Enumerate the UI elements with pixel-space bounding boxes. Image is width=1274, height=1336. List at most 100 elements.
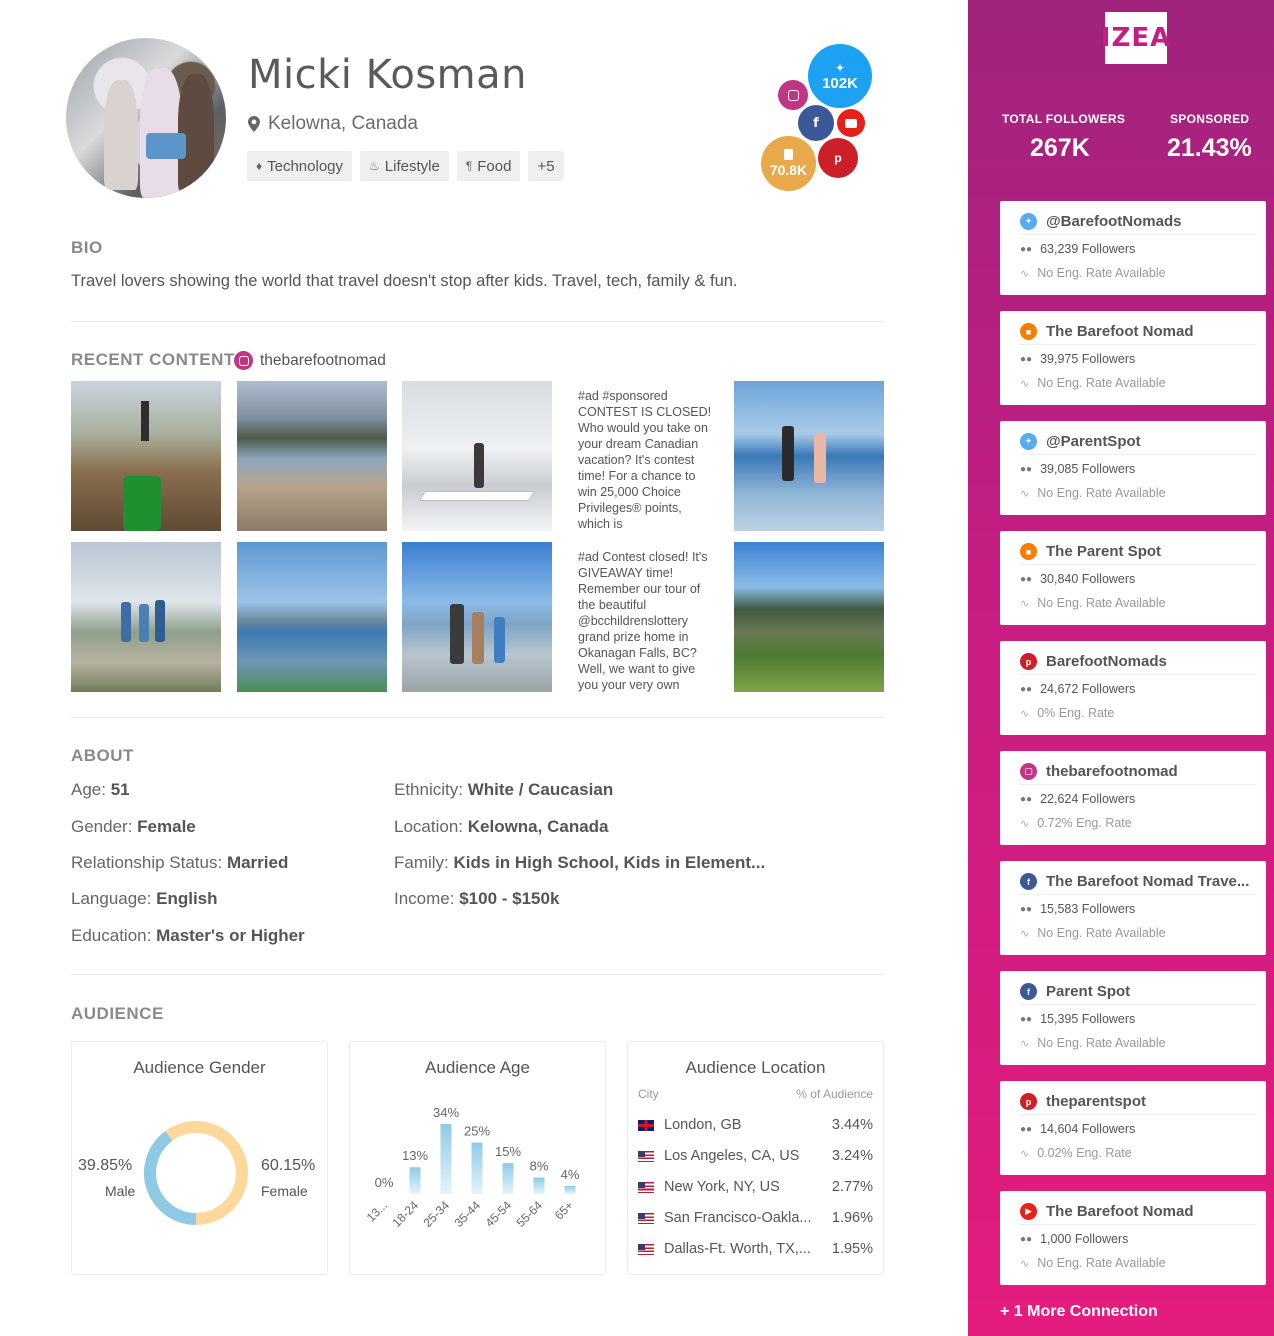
twitter-icon: ✦ — [834, 60, 846, 75]
account-card[interactable]: ■ The Parent Spot ●● 30,840 Followers ∿ No En… — [1000, 531, 1266, 625]
twitter-bubble[interactable]: ✦ 102K — [808, 44, 872, 108]
people-icon: ●● — [1020, 1013, 1033, 1025]
tag-technology[interactable]: ♦ Technology — [247, 151, 353, 181]
followers-row: ●● 14,604 Followers — [1020, 1122, 1135, 1136]
instagram-bubble[interactable] — [778, 80, 808, 110]
account-name: The Barefoot Nomad — [1046, 323, 1194, 340]
location-row: London, GB 3.44% — [638, 1114, 873, 1136]
text-post[interactable]: #ad Contest closed! It's GIVEAWAY time! … — [572, 542, 722, 692]
bio-heading: BIO — [71, 238, 103, 257]
female-pct: 60.15% — [261, 1157, 316, 1174]
age-value-label: 13% — [402, 1148, 428, 1163]
account-card[interactable]: f The Barefoot Nomad Trave... ●● 15,583 Fol… — [1000, 861, 1266, 955]
account-followers: 24,672 Followers — [1040, 682, 1136, 696]
recent-content-handle[interactable]: thebarefootnomad — [234, 351, 386, 370]
account-card[interactable]: ✦ @BarefootNomads ●● 63,239 Followers ∿ No En… — [1000, 201, 1266, 295]
account-card[interactable]: f Parent Spot ●● 15,395 Followers ∿ No Eng. R… — [1000, 971, 1266, 1065]
tag-food[interactable]: ¶ Food — [456, 151, 521, 181]
account-name: The Parent Spot — [1046, 543, 1162, 560]
followers-row: ●● 1,000 Followers — [1020, 1232, 1128, 1246]
location-row: San Francisco-Oakla... 1.96% — [638, 1207, 873, 1229]
age-category-label: 55-64 — [514, 1198, 546, 1230]
account-followers: 39,085 Followers — [1040, 462, 1136, 476]
about-age: Age: 51 — [71, 780, 130, 799]
age-bar — [502, 1163, 514, 1194]
pinterest-bubble[interactable]: p — [818, 138, 858, 178]
instagram-icon: ▢ — [1020, 763, 1037, 780]
divider — [71, 717, 884, 718]
account-card[interactable]: ▢ thebarefootnomad ●● 22,624 Followers ∿ 0.72… — [1000, 751, 1266, 845]
account-card[interactable]: ✦ @ParentSpot ●● 39,085 Followers ∿ No Eng. R… — [1000, 421, 1266, 515]
eng-rate-row: ∿ 0.02% Eng. Rate — [1020, 1146, 1132, 1160]
pulse-icon: ∿ — [1020, 927, 1030, 940]
account-followers: 15,395 Followers — [1040, 1012, 1136, 1026]
people-icon: ●● — [1020, 243, 1033, 255]
followers-row: ●● 15,395 Followers — [1020, 1012, 1135, 1026]
about-income: Income: $100 - $150k — [394, 889, 560, 908]
about-family: Family: Kids in High School, Kids in Ele… — [394, 853, 766, 872]
pulse-icon: ∿ — [1020, 817, 1030, 830]
account-eng-rate: 0% Eng. Rate — [1037, 706, 1115, 720]
about-language: Language: English — [71, 889, 218, 908]
content-thumbnail[interactable] — [734, 381, 884, 531]
followers-row: ●● 63,239 Followers — [1020, 242, 1135, 256]
age-value-label: 25% — [464, 1124, 490, 1139]
age-category-label: 18-24 — [390, 1198, 422, 1230]
account-card[interactable]: p theparentspot ●● 14,604 Followers ∿ 0.02% E… — [1000, 1081, 1266, 1175]
col-city: City — [638, 1087, 659, 1101]
eng-rate-row: ∿ 0.72% Eng. Rate — [1020, 816, 1132, 830]
content-thumbnail[interactable] — [237, 542, 387, 692]
more-connections-link[interactable]: + 1 More Connection — [1000, 1303, 1158, 1321]
people-icon: ●● — [1020, 1233, 1033, 1245]
account-card[interactable]: ▶ The Barefoot Nomad ●● 1,000 Followers ∿ No … — [1000, 1191, 1266, 1285]
youtube-bubble[interactable] — [837, 109, 865, 137]
account-followers: 30,840 Followers — [1040, 572, 1136, 586]
account-eng-rate: 0.72% Eng. Rate — [1037, 816, 1132, 830]
account-header: ▶ The Barefoot Nomad — [1020, 1199, 1256, 1225]
age-category-label: 65+ — [552, 1198, 576, 1222]
content-thumbnail[interactable] — [71, 381, 221, 531]
account-followers: 1,000 Followers — [1040, 1232, 1129, 1246]
age-category-label: 35-44 — [452, 1198, 484, 1230]
divider — [71, 974, 884, 975]
facebook-bubble[interactable]: f — [798, 105, 834, 141]
blog-icon — [784, 149, 793, 160]
account-card[interactable]: p BarefootNomads ●● 24,672 Followers ∿ 0% Eng… — [1000, 641, 1266, 735]
location-row: Dallas-Ft. Worth, TX,... 1.95% — [638, 1238, 873, 1260]
age-bar — [564, 1185, 576, 1194]
account-name: theparentspot — [1046, 1093, 1147, 1110]
location-city: London, GB — [664, 1117, 742, 1133]
account-header: f Parent Spot — [1020, 979, 1256, 1005]
people-icon: ●● — [1020, 903, 1033, 915]
text-post[interactable]: #ad #sponsored CONTEST IS CLOSED! Who wo… — [572, 381, 722, 531]
content-thumbnail[interactable] — [402, 542, 552, 692]
pulse-icon: ∿ — [1020, 1257, 1030, 1270]
recent-content-heading: RECENT CONTENT — [71, 350, 235, 369]
profile-name: Micki Kosman — [248, 52, 527, 98]
tag-lifestyle[interactable]: ♨ Lifestyle — [360, 151, 449, 181]
content-thumbnail[interactable] — [402, 381, 552, 531]
account-card[interactable]: ■ The Barefoot Nomad ●● 39,975 Followers ∿ No… — [1000, 311, 1266, 405]
avatar — [66, 38, 226, 198]
location-city: Dallas-Ft. Worth, TX,... — [664, 1241, 811, 1257]
age-value-label: 8% — [530, 1159, 549, 1174]
account-name: @ParentSpot — [1046, 433, 1141, 450]
account-name: The Barefoot Nomad Trave... — [1046, 873, 1250, 890]
blog-bubble[interactable]: 70.8K — [761, 136, 816, 191]
location-pct: 3.24% — [831, 1148, 873, 1164]
profile-location: Kelowna, Canada — [248, 113, 418, 135]
pulse-icon: ∿ — [1020, 487, 1030, 500]
izea-logo[interactable]: IZEA — [1101, 12, 1170, 64]
content-thumbnail[interactable] — [237, 381, 387, 531]
location-city: Los Angeles, CA, US — [664, 1148, 800, 1164]
twitter-icon: ✦ — [1020, 213, 1037, 230]
male-pct: 39.85% — [78, 1157, 133, 1174]
people-icon: ●● — [1020, 353, 1033, 365]
content-thumbnail[interactable] — [734, 542, 884, 692]
location-city: San Francisco-Oakla... — [664, 1210, 812, 1226]
us-flag-icon — [638, 1150, 654, 1162]
tag-more[interactable]: +5 — [528, 151, 564, 181]
account-name: thebarefootnomad — [1046, 763, 1178, 780]
pinterest-icon: p — [1020, 653, 1037, 670]
content-thumbnail[interactable] — [71, 542, 221, 692]
